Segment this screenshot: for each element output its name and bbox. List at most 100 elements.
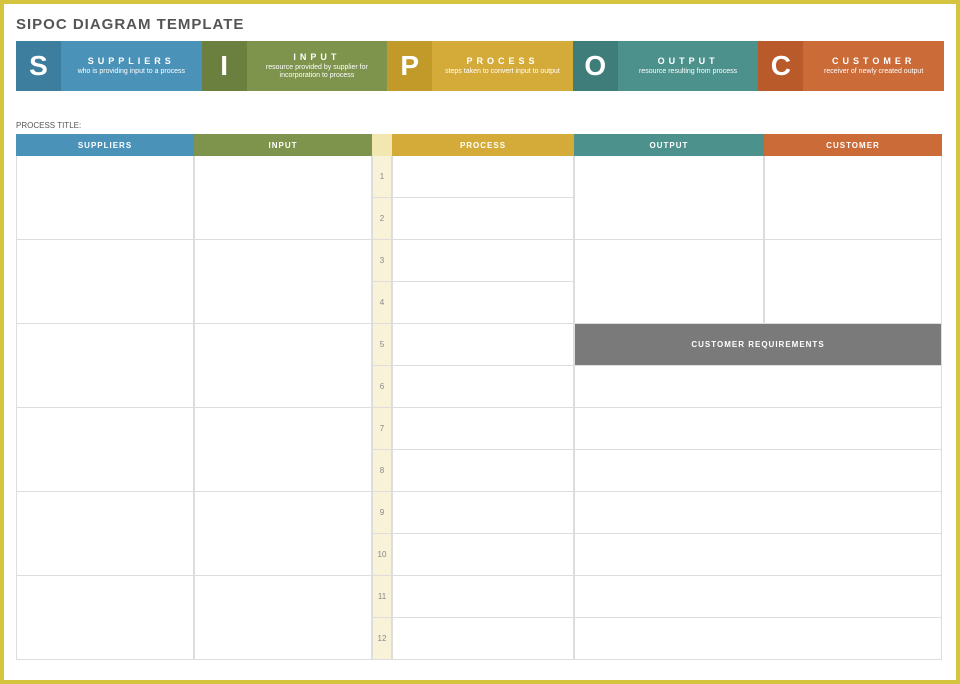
process-cell[interactable]	[392, 534, 574, 576]
suppliers-title: SUPPLIERS	[88, 56, 175, 66]
label-input: INPUT resource provided by supplier for …	[247, 41, 388, 91]
label-customer: CUSTOMER receiver of newly created outpu…	[803, 41, 944, 91]
label-suppliers: SUPPLIERS who is providing input to a pr…	[61, 41, 202, 91]
input-cell[interactable]	[194, 576, 372, 618]
input-cell[interactable]	[194, 198, 372, 240]
suppliers-cell[interactable]	[16, 408, 194, 450]
table-row: 4	[16, 282, 944, 324]
sipoc-header-row: S SUPPLIERS who is providing input to a …	[16, 41, 944, 91]
output-cell[interactable]	[574, 156, 764, 198]
table-row: 1	[16, 156, 944, 198]
column-headers: SUPPLIERS INPUT PROCESS OUTPUT CUSTOMER	[16, 134, 944, 156]
input-cell[interactable]	[194, 618, 372, 660]
process-desc: steps taken to convert input to output	[445, 68, 560, 76]
process-cell[interactable]	[392, 492, 574, 534]
customer-cell[interactable]	[764, 198, 942, 240]
table-row: 6	[16, 366, 944, 408]
letter-p: P	[387, 41, 432, 91]
suppliers-cell[interactable]	[16, 492, 194, 534]
process-title-h: PROCESS	[466, 56, 538, 66]
input-cell[interactable]	[194, 282, 372, 324]
header-customer: C CUSTOMER receiver of newly created out…	[758, 41, 944, 91]
input-cell[interactable]	[194, 156, 372, 198]
output-cell[interactable]	[574, 282, 764, 324]
table-row: 10	[16, 534, 944, 576]
row-number: 1	[372, 156, 392, 198]
requirements-cell[interactable]	[574, 576, 942, 618]
sipoc-table: SUPPLIERS INPUT PROCESS OUTPUT CUSTOMER …	[16, 134, 944, 660]
suppliers-cell[interactable]	[16, 618, 194, 660]
requirements-cell[interactable]	[574, 534, 942, 576]
process-cell[interactable]	[392, 282, 574, 324]
suppliers-cell[interactable]	[16, 240, 194, 282]
suppliers-cell[interactable]	[16, 156, 194, 198]
process-cell[interactable]	[392, 240, 574, 282]
requirements-cell[interactable]	[574, 492, 942, 534]
row-number: 4	[372, 282, 392, 324]
input-cell[interactable]	[194, 492, 372, 534]
process-cell[interactable]	[392, 576, 574, 618]
row-number: 9	[372, 492, 392, 534]
label-output: OUTPUT resource resulting from process	[618, 41, 759, 91]
customer-cell[interactable]	[764, 282, 942, 324]
page-title: SIPOC DIAGRAM TEMPLATE	[16, 16, 944, 33]
header-input: I INPUT resource provided by supplier fo…	[202, 41, 388, 91]
customer-cell[interactable]	[764, 156, 942, 198]
header-output: O OUTPUT resource resulting from process	[573, 41, 759, 91]
letter-c: C	[758, 41, 803, 91]
table-row: 7	[16, 408, 944, 450]
row-number: 6	[372, 366, 392, 408]
requirements-cell[interactable]	[574, 408, 942, 450]
process-title-label: PROCESS TITLE:	[16, 121, 944, 130]
suppliers-cell[interactable]	[16, 576, 194, 618]
requirements-cell[interactable]	[574, 450, 942, 492]
col-header-input: INPUT	[194, 134, 372, 156]
requirements-cell[interactable]	[574, 366, 942, 408]
output-desc: resource resulting from process	[639, 68, 737, 76]
process-cell[interactable]	[392, 324, 574, 366]
header-process: P PROCESS steps taken to convert input t…	[387, 41, 573, 91]
output-title: OUTPUT	[658, 56, 719, 66]
row-number: 8	[372, 450, 392, 492]
table-row: 12	[16, 618, 944, 660]
col-header-output: OUTPUT	[574, 134, 764, 156]
requirements-cell[interactable]	[574, 618, 942, 660]
row-number: 7	[372, 408, 392, 450]
input-cell[interactable]	[194, 534, 372, 576]
process-cell[interactable]	[392, 450, 574, 492]
output-cell[interactable]	[574, 240, 764, 282]
process-cell[interactable]	[392, 366, 574, 408]
letter-o: O	[573, 41, 618, 91]
letter-s: S	[16, 41, 61, 91]
customer-cell[interactable]	[764, 240, 942, 282]
input-cell[interactable]	[194, 408, 372, 450]
table-row: 11	[16, 576, 944, 618]
customer-requirements-header: CUSTOMER REQUIREMENTS	[574, 324, 942, 366]
suppliers-cell[interactable]	[16, 324, 194, 366]
process-cell[interactable]	[392, 156, 574, 198]
row-number: 12	[372, 618, 392, 660]
input-cell[interactable]	[194, 366, 372, 408]
col-header-suppliers: SUPPLIERS	[16, 134, 194, 156]
row-number: 2	[372, 198, 392, 240]
input-cell[interactable]	[194, 450, 372, 492]
table-row: 9	[16, 492, 944, 534]
suppliers-cell[interactable]	[16, 534, 194, 576]
output-cell[interactable]	[574, 198, 764, 240]
input-cell[interactable]	[194, 324, 372, 366]
suppliers-cell[interactable]	[16, 282, 194, 324]
letter-i: I	[202, 41, 247, 91]
input-cell[interactable]	[194, 240, 372, 282]
table-body: 1 2 3 4	[16, 156, 944, 660]
suppliers-cell[interactable]	[16, 366, 194, 408]
suppliers-cell[interactable]	[16, 450, 194, 492]
process-cell[interactable]	[392, 198, 574, 240]
process-cell[interactable]	[392, 618, 574, 660]
suppliers-cell[interactable]	[16, 198, 194, 240]
process-cell[interactable]	[392, 408, 574, 450]
label-process: PROCESS steps taken to convert input to …	[432, 41, 573, 91]
row-number: 5	[372, 324, 392, 366]
table-row: 8	[16, 450, 944, 492]
customer-title: CUSTOMER	[832, 56, 915, 66]
table-row: 3	[16, 240, 944, 282]
